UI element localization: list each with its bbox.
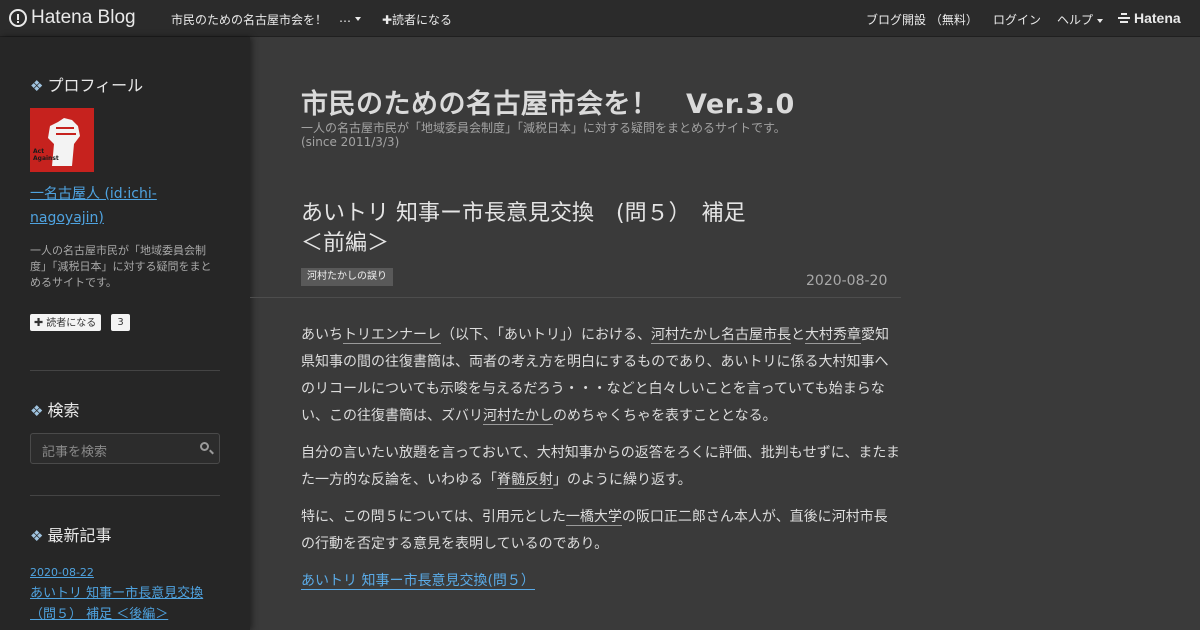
- diamond-icon: ❖: [30, 527, 44, 545]
- global-header: Hatena Blog 市民のための名古屋市会を！ … ✚読者になる ブログ開設…: [0, 0, 1200, 37]
- keyword-link[interactable]: 大村秀章: [805, 327, 861, 344]
- profile-link[interactable]: 一名古屋人 (id:ichi-nagoyajin): [30, 182, 190, 230]
- sidebar: ❖ プロフィール Act Against 一名古屋人 (id:ichi-nagoy…: [0, 37, 250, 630]
- blog-menu-dropdown[interactable]: …: [339, 11, 361, 25]
- keyword-link[interactable]: 河村たかし: [483, 408, 553, 425]
- more-label: …: [339, 11, 351, 25]
- help-label: ヘルプ: [1057, 13, 1094, 27]
- login-link[interactable]: ログイン: [993, 11, 1041, 28]
- hatena-blog-logo[interactable]: Hatena Blog: [9, 7, 136, 29]
- subscribe-button[interactable]: ✚読者になる: [30, 314, 102, 331]
- caret-down-icon: [1097, 18, 1104, 23]
- blog-description: 一人の名古屋市民が「地域委員会制度」「減税日本」に対する疑問をまとめるサイトです…: [301, 121, 901, 149]
- open-blog-link[interactable]: ブログ開設 （無料）: [866, 11, 978, 28]
- entry-date[interactable]: 2020-08-20: [806, 273, 887, 289]
- search-icon[interactable]: [200, 442, 209, 451]
- paragraph: 自分の言いたい放題を言っておいて、大村知事からの返答をろくに評価、批判もせずに、…: [301, 440, 901, 494]
- text: のめちゃくちゃを表すこととなる。: [553, 408, 777, 424]
- paragraph: あいちトリエンナーレ（以下、「あいトリ」）における、河村たかし名古屋市長と大村秀…: [301, 322, 901, 430]
- main-content: 市民のための名古屋市会を！ Ver.3.0 一人の名古屋市民が「地域委員会制度」…: [250, 37, 1200, 630]
- avatar-caption: Act Against: [33, 148, 59, 162]
- category-tag[interactable]: 河村たかしの誤り: [301, 268, 393, 286]
- keyword-link[interactable]: 河村たかし: [651, 327, 721, 344]
- plus-icon: ✚: [34, 316, 44, 329]
- keyword-link[interactable]: 名古屋市長: [721, 327, 791, 344]
- recent-heading-text: 最新記事: [47, 526, 112, 545]
- subscriber-count: 3: [111, 314, 130, 331]
- diamond-icon: ❖: [30, 77, 44, 95]
- keyword-link[interactable]: トリエンナーレ: [343, 327, 441, 344]
- blog-desc-line: 一人の名古屋市民が「地域委員会制度」「減税日本」に対する疑問をまとめるサイトです…: [301, 121, 786, 135]
- blog-title[interactable]: 市民のための名古屋市会を！ Ver.3.0: [301, 82, 795, 121]
- hatena-label: Hatena: [1134, 10, 1181, 26]
- subscribe-button[interactable]: ✚読者になる: [382, 11, 452, 28]
- divider: [30, 495, 220, 496]
- recent-heading: ❖ 最新記事: [30, 522, 111, 546]
- search-heading: ❖ 検索: [30, 397, 79, 421]
- hatena-logo-icon: [9, 9, 27, 27]
- diamond-icon: ❖: [30, 402, 44, 420]
- keyword-link[interactable]: 一橋大学: [565, 509, 622, 526]
- profile-description: 一人の名古屋市民が「地域委員会制度」「減税日本」に対する疑問をまとめるサイトです…: [30, 244, 212, 289]
- search-placeholder: 記事を検索: [42, 445, 108, 460]
- blog-desc-since: (since 2011/3/3): [301, 135, 400, 149]
- paragraph: あいトリ 知事ー市長意見交換(問５）: [301, 568, 901, 595]
- hatena-mark-icon: [1118, 13, 1130, 23]
- blog-name-link[interactable]: 市民のための名古屋市会を！: [171, 11, 327, 28]
- search-input[interactable]: 記事を検索: [30, 433, 220, 464]
- hatena-link[interactable]: Hatena: [1118, 10, 1181, 26]
- text: （以下、「あいトリ」）における、: [441, 327, 651, 343]
- keyword-link[interactable]: 脊髄反射: [497, 472, 553, 489]
- text: 特に、この問５については、引用元とした: [301, 509, 566, 525]
- profile-heading: ❖ プロフィール: [30, 72, 143, 96]
- text: と: [791, 327, 805, 343]
- recent-entry-link[interactable]: あいトリ 知事ー市長意見交換 （問５） 補足 ＜後編＞: [30, 583, 220, 625]
- logo-text: Hatena Blog: [31, 7, 136, 28]
- avatar[interactable]: Act Against: [30, 108, 94, 172]
- divider: [250, 297, 901, 298]
- related-entry-link[interactable]: あいトリ 知事ー市長意見交換(問５）: [301, 573, 535, 590]
- recent-entry-date[interactable]: 2020-08-22: [30, 566, 94, 579]
- search-heading-text: 検索: [47, 401, 80, 420]
- text: あいち: [301, 327, 343, 343]
- entry-body: あいちトリエンナーレ（以下、「あいトリ」）における、河村たかし名古屋市長と大村秀…: [301, 322, 901, 605]
- paragraph: 特に、この問５については、引用元とした一橋大学の阪口正二郎さん本人が、直後に河村…: [301, 504, 901, 558]
- entry-title[interactable]: あいトリ 知事ー市長意見交換 (問５） 補足 ＜前編＞: [301, 199, 781, 259]
- caret-down-icon: [355, 16, 361, 21]
- divider: [30, 370, 220, 371]
- text: 」のように繰り返す。: [553, 472, 692, 488]
- read-button-label: 読者になる: [46, 318, 97, 329]
- raised-fist-icon: [30, 108, 94, 172]
- help-dropdown[interactable]: ヘルプ: [1057, 11, 1104, 28]
- profile-heading-text: プロフィール: [47, 76, 144, 95]
